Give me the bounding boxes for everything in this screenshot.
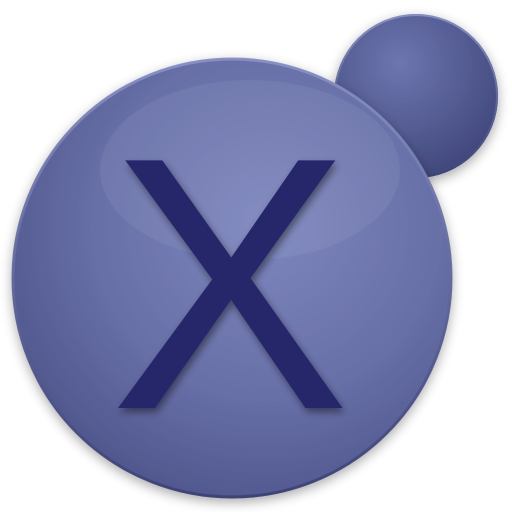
x-glyph: X — [110, 83, 350, 485]
icon-graphic: X — [11, 14, 498, 499]
x-app-icon[interactable]: X — [0, 0, 512, 512]
